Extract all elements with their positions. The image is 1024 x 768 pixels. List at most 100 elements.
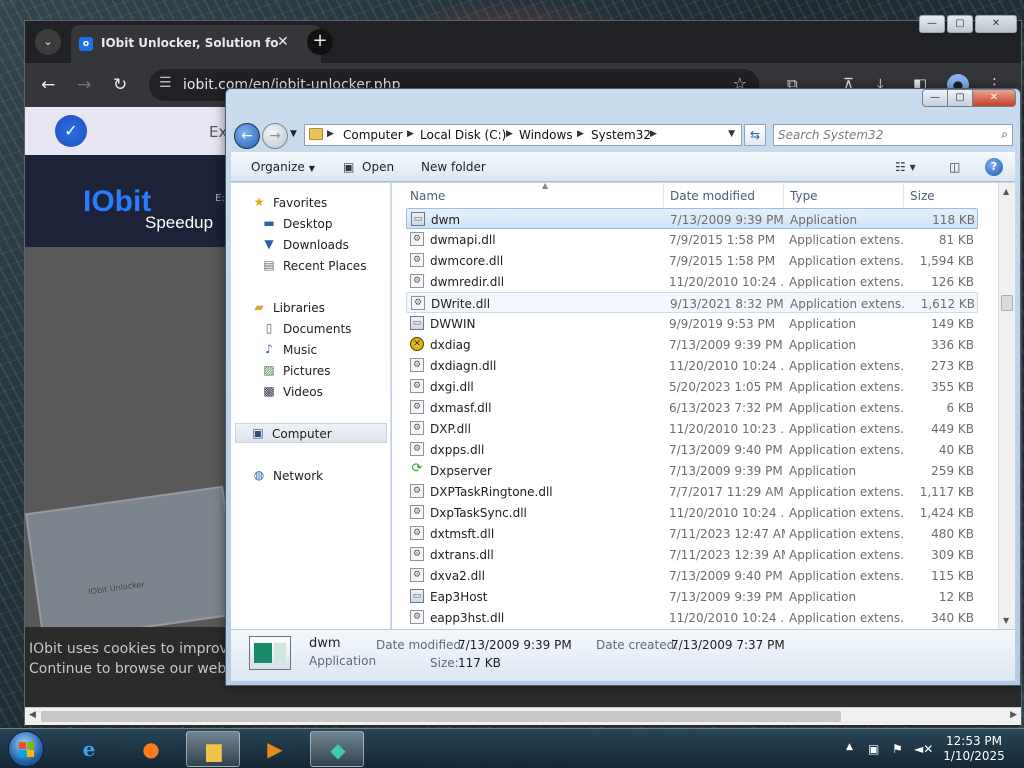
file-size: 309 KB	[931, 548, 974, 562]
show-hidden-icons-icon[interactable]: ▲	[846, 742, 853, 752]
taskbar-chrome-app[interactable]: ◆	[310, 731, 364, 767]
breadcrumb-system32[interactable]: System32	[591, 128, 651, 142]
explorer-close-button[interactable]: ✕	[972, 89, 1016, 107]
address-breadcrumb[interactable]: ▶ Computer ▶ Local Disk (C:) ▶ Windows ▶…	[304, 124, 742, 146]
system-clock[interactable]: 12:53 PM 1/10/2025	[938, 734, 1010, 764]
breadcrumb-chevron-icon[interactable]: ▶	[506, 129, 513, 139]
file-row[interactable]: ⚙ dxtrans.dll 7/11/2023 12:39 AM Applicatio…	[406, 544, 978, 565]
file-row[interactable]: ⚙ DXPTaskRingtone.dll 7/7/2017 11:29 AM App…	[406, 481, 978, 502]
directx-icon: ✕	[410, 337, 424, 351]
breadcrumb-chevron-icon[interactable]: ▶	[327, 129, 334, 139]
breadcrumb-chevron-icon[interactable]: ▶	[407, 129, 414, 139]
address-dropdown-icon[interactable]: ▼	[728, 129, 735, 139]
view-options-icon[interactable]: ☷ ▾	[895, 160, 916, 174]
open-button[interactable]: Open	[362, 160, 394, 174]
forward-arrow-icon[interactable]: →	[77, 75, 91, 95]
taskbar-internet-explorer[interactable]: e	[62, 731, 116, 767]
file-row[interactable]: ⚙ DWrite.dll 9/13/2021 8:32 PM Application …	[406, 292, 978, 313]
breadcrumb-windows[interactable]: Windows	[519, 128, 573, 142]
action-center-flag-icon[interactable]: ⚑	[892, 742, 903, 756]
file-date: 11/20/2010 10:24 ...	[669, 359, 785, 373]
taskbar-firefox[interactable]: ●	[124, 731, 178, 767]
file-row[interactable]: ⚙ dxgi.dll 5/20/2023 1:05 PM Application ex…	[406, 376, 978, 397]
refresh-icon[interactable]: ⇆	[744, 124, 766, 146]
column-header-type[interactable]: Type	[784, 183, 904, 207]
breadcrumb-computer[interactable]: Computer	[343, 128, 403, 142]
scroll-down-icon[interactable]: ▼	[1003, 616, 1009, 625]
file-list-scrollbar[interactable]: ▲ ▼	[998, 183, 1015, 629]
column-header-date[interactable]: Date modified	[664, 183, 784, 207]
nav-pictures[interactable]: ▨ Pictures	[231, 361, 391, 381]
breadcrumb-chevron-icon[interactable]: ▶	[577, 129, 584, 139]
start-button[interactable]	[8, 731, 44, 767]
file-date: 11/20/2010 10:24 ...	[669, 506, 785, 520]
file-row[interactable]: ▭ dwm 7/13/2009 9:39 PM Application 118 KB	[406, 208, 978, 229]
page-horizontal-scrollbar[interactable]: ◀ ▶	[25, 707, 1021, 725]
tab-close-icon[interactable]: ✕	[277, 34, 289, 50]
iobit-logo[interactable]: IObit	[83, 185, 151, 219]
file-row[interactable]: ⟳ Dxpserver 7/13/2009 9:39 PM Application 25…	[406, 460, 978, 481]
file-row[interactable]: ⚙ dwmapi.dll 7/9/2015 1:58 PM Application e…	[406, 229, 978, 250]
nav-libraries[interactable]: ▰ Libraries	[231, 298, 391, 318]
network-tray-icon[interactable]: ▣	[868, 742, 879, 756]
file-row[interactable]: ⚙ DxpTaskSync.dll 11/20/2010 10:24 ... Appl…	[406, 502, 978, 523]
nav-videos[interactable]: ▩ Videos	[231, 382, 391, 402]
back-arrow-icon[interactable]: ←	[41, 75, 55, 95]
chrome-close-button[interactable]: ✕	[975, 15, 1017, 33]
file-row[interactable]: ▭ DWWIN 9/9/2019 9:53 PM Application 149 KB	[406, 313, 978, 334]
file-row[interactable]: ⚙ eapp3hst.dll 11/20/2010 10:24 ... Applica…	[406, 607, 978, 628]
taskbar-media-player[interactable]: ▶	[248, 731, 302, 767]
forward-button[interactable]: →	[262, 123, 288, 149]
explorer-maximize-button[interactable]: ▢	[947, 89, 973, 107]
reload-icon[interactable]: ↻	[113, 75, 127, 95]
chrome-minimize-button[interactable]: —	[919, 15, 945, 33]
file-row[interactable]: ⚙ dxpps.dll 7/13/2009 9:40 PM Application e…	[406, 439, 978, 460]
file-row[interactable]: ⚙ dwmcore.dll 7/9/2015 1:58 PM Application …	[406, 250, 978, 271]
file-row[interactable]: ⚙ DXP.dll 11/20/2010 10:23 ... Application …	[406, 418, 978, 439]
site-info-icon[interactable]: ☰	[159, 75, 172, 91]
horizontal-scroll-thumb[interactable]	[41, 711, 841, 722]
file-row[interactable]: ✕ dxdiag 7/13/2009 9:39 PM Application 336 K…	[406, 334, 978, 355]
scroll-up-icon[interactable]: ▲	[1003, 187, 1009, 196]
scroll-left-icon[interactable]: ◀	[29, 710, 36, 720]
file-row[interactable]: ⚙ dxmasf.dll 6/13/2023 7:32 PM Application …	[406, 397, 978, 418]
column-header-size[interactable]: Size	[904, 183, 986, 207]
tab-search-chevron-icon[interactable]: ⌄	[35, 29, 61, 55]
nav-network[interactable]: ◍ Network	[231, 466, 391, 486]
taskbar-explorer[interactable]: ▆	[186, 731, 240, 767]
preview-pane-icon[interactable]: ◫	[949, 160, 960, 174]
breadcrumb-local-disk[interactable]: Local Disk (C:)	[420, 128, 506, 142]
file-row[interactable]: ▭ Eap3Host 7/13/2009 9:39 PM Application 12 …	[406, 586, 978, 607]
search-box[interactable]: ⌕	[773, 124, 1013, 146]
scroll-right-icon[interactable]: ▶	[1010, 710, 1017, 720]
nav-downloads[interactable]: ▼ Downloads	[231, 235, 391, 255]
file-row[interactable]: ⚙ dxdiagn.dll 11/20/2010 10:24 ... Applicat…	[406, 355, 978, 376]
new-tab-plus-icon[interactable]: +	[307, 29, 333, 55]
file-row[interactable]: ⚙ dxtmsft.dll 7/11/2023 12:47 AM Applicatio…	[406, 523, 978, 544]
file-row[interactable]: ⚙ dwmredir.dll 11/20/2010 10:24 ... Applica…	[406, 271, 978, 292]
network-icon: ◍	[253, 468, 265, 482]
nav-documents[interactable]: ▯ Documents	[231, 319, 391, 339]
nav-desktop[interactable]: ▬ Desktop	[231, 214, 391, 234]
chrome-tab-iobit[interactable]: o IObit Unlocker, Solution for "u ✕	[71, 25, 321, 63]
breadcrumb-chevron-icon[interactable]: ▶	[650, 129, 657, 139]
help-icon[interactable]: ?	[985, 158, 1003, 176]
file-type: Application extens...	[789, 380, 905, 394]
history-dropdown-icon[interactable]: ▼	[290, 129, 297, 139]
search-icon[interactable]: ⌕	[1001, 127, 1008, 142]
nav-recent-places[interactable]: ▤ Recent Places	[231, 256, 391, 276]
explorer-minimize-button[interactable]: —	[922, 89, 948, 107]
search-input[interactable]	[778, 127, 988, 143]
volume-muted-icon[interactable]: ◄✕	[914, 742, 933, 756]
new-folder-button[interactable]: New folder	[421, 160, 486, 174]
file-list: Name ▲ Date modified Type Size ▭ dwm 7/13/…	[392, 181, 1015, 629]
file-row[interactable]: ⚙ dxva2.dll 7/13/2009 9:40 PM Application e…	[406, 565, 978, 586]
organize-button[interactable]: Organize ▼	[251, 160, 315, 174]
nav-computer[interactable]: ▣ Computer	[235, 423, 387, 443]
column-header-name[interactable]: Name ▲	[404, 181, 664, 207]
nav-music[interactable]: ♪ Music	[231, 340, 391, 360]
nav-favorites[interactable]: ★ Favorites	[231, 193, 391, 213]
vertical-scroll-thumb[interactable]	[1001, 295, 1013, 311]
chrome-maximize-button[interactable]: ▢	[947, 15, 973, 33]
back-button[interactable]: ←	[234, 123, 260, 149]
